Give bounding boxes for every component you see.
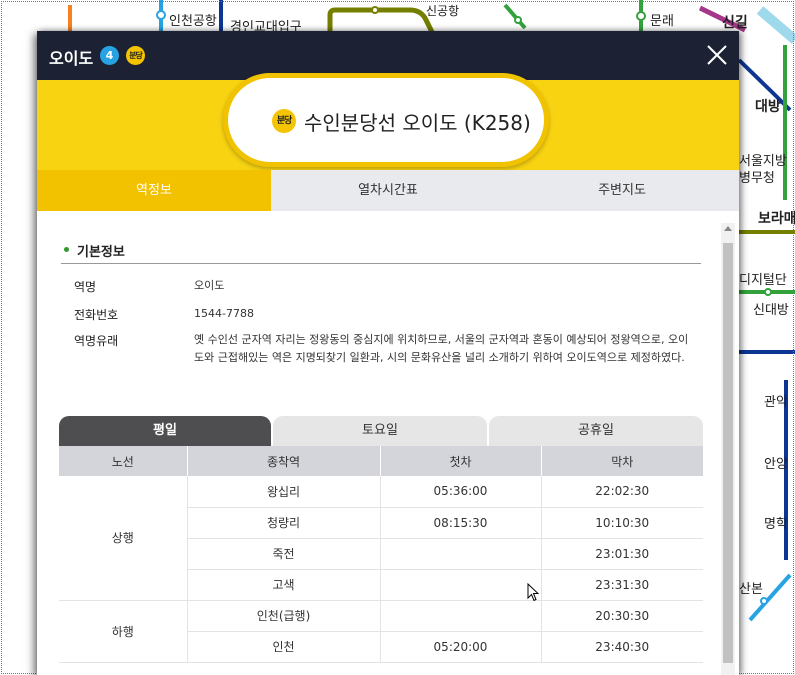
scrollbar-thumb[interactable]: [723, 243, 733, 663]
station-name-pill: 분당 수인분당선 오이도 (K258): [223, 73, 549, 167]
terminal-cell: 고색: [187, 569, 381, 601]
close-button[interactable]: [705, 43, 729, 67]
first-train-cell: [380, 600, 542, 632]
timetable: 노선 종착역 첫차 막차 상행 왕십리 05:36:00 22:02:30 청량…: [59, 446, 703, 663]
last-train-cell: 23:40:30: [541, 631, 703, 663]
map-label-gwanak[interactable]: 관악: [764, 391, 788, 410]
map-station-dot: [371, 6, 379, 14]
info-value-origin: 옛 수인선 군자역 자리는 정왕동의 중심지에 위치하므로, 서울의 군자역과 …: [194, 333, 689, 364]
map-label-daebang[interactable]: 대방: [755, 96, 781, 116]
popup-title: 오이도: [49, 49, 94, 68]
info-value-phone: 1544-7788: [194, 307, 254, 320]
terminal-cell: 죽전: [187, 538, 381, 570]
map-label-anyang[interactable]: 안양: [764, 453, 788, 472]
map-station-dot: [636, 11, 646, 21]
first-train-cell: 05:36:00: [380, 476, 542, 508]
station-full-name: 수인분당선 오이도 (K258): [304, 111, 531, 135]
map-station-dot: [760, 597, 768, 605]
day-tab-holiday[interactable]: 공휴일: [489, 416, 703, 446]
direction-cell-down: 하행: [59, 600, 188, 663]
map-station-dot: [764, 288, 772, 296]
content-scrollbar[interactable]: [721, 223, 735, 675]
header-first-train: 첫차: [380, 446, 542, 476]
tab-nearby-map[interactable]: 주변지도: [505, 170, 739, 211]
header-line: 노선: [59, 446, 188, 476]
mouse-cursor-icon: [527, 583, 540, 602]
table-row: 상행 왕십리 05:36:00 22:02:30: [59, 476, 703, 601]
terminal-cell: 인천: [187, 631, 381, 663]
map-line-2-top: [503, 3, 527, 30]
last-train-cell: 23:31:30: [541, 569, 703, 601]
map-label-seoul-hospital[interactable]: 서울지방 병무청: [739, 153, 795, 187]
info-label-name: 역명: [74, 280, 97, 294]
map-label-digital[interactable]: 디지털단: [739, 269, 787, 288]
terminal-cell: 청량리: [187, 507, 381, 539]
day-tab-weekday[interactable]: 평일: [59, 416, 271, 446]
last-train-cell: 22:02:30: [541, 476, 703, 508]
terminal-cell: 왕십리: [187, 476, 381, 508]
info-value-name: 오이도: [194, 279, 225, 292]
tab-station-info[interactable]: 역정보: [37, 170, 271, 211]
section-divider: [61, 263, 701, 264]
popup-tabs: 역정보 열차시간표 주변지도: [37, 170, 739, 211]
first-train-cell: [380, 569, 542, 601]
last-train-cell: 20:30:30: [541, 600, 703, 632]
timetable-header-row: 노선 종착역 첫차 막차: [59, 446, 703, 476]
line-4-badge: 4: [100, 46, 119, 65]
header-last-train: 막차: [541, 446, 703, 476]
line-bundang-badge-large: 분당: [272, 109, 296, 133]
map-label-mullae[interactable]: 문래: [650, 10, 674, 29]
map-label-sindaebang[interactable]: 신대방: [753, 299, 789, 318]
map-label-borame[interactable]: 보라매: [758, 208, 795, 228]
info-label-phone: 전화번호: [74, 308, 119, 322]
map-label-incheon-airport[interactable]: 인천공항: [169, 10, 217, 29]
direction-cell-up: 상행: [59, 476, 188, 601]
last-train-cell: 23:01:30: [541, 538, 703, 570]
map-label-singil[interactable]: 신길: [722, 12, 748, 32]
last-train-cell: 10:10:30: [541, 507, 703, 539]
tab-content: 기본정보 역명 오이도 전화번호 1544-7788 역명유래 옛 수인선 군자…: [37, 211, 739, 675]
map-station-dot: [514, 16, 522, 24]
section-title: 기본정보: [61, 241, 125, 260]
first-train-cell: [380, 538, 542, 570]
map-line-lightblue: [756, 6, 795, 44]
day-tabs: 평일 토요일 공휴일: [59, 416, 703, 446]
first-train-cell: 05:20:00: [380, 631, 542, 663]
line-bundang-badge: 분당: [126, 46, 145, 65]
first-train-cell: 08:15:30: [380, 507, 542, 539]
station-info-popup: 오이도 4 분당 분당 수인분당선 오이도 (K258) 역정보 열차시간표 주…: [37, 31, 739, 675]
day-tab-saturday[interactable]: 토요일: [273, 416, 487, 446]
terminal-cell: 인천(급행): [187, 600, 381, 632]
map-label-myeonghak[interactable]: 명학: [764, 513, 788, 532]
section-title-text: 기본정보: [77, 245, 125, 260]
scroll-up-arrow-icon[interactable]: [724, 226, 732, 231]
info-label-origin: 역명유래: [74, 334, 119, 348]
map-station-dot: [156, 10, 166, 20]
close-icon: [707, 45, 727, 65]
map-label-top[interactable]: 신공항: [426, 2, 459, 19]
map-line-7: [327, 7, 435, 34]
header-terminal: 종착역: [187, 446, 381, 476]
table-row: 하행 인천(급행) 20:30:30: [59, 600, 703, 663]
tab-timetable[interactable]: 열차시간표: [271, 170, 505, 211]
map-label-sanbon[interactable]: 산본: [739, 578, 763, 597]
